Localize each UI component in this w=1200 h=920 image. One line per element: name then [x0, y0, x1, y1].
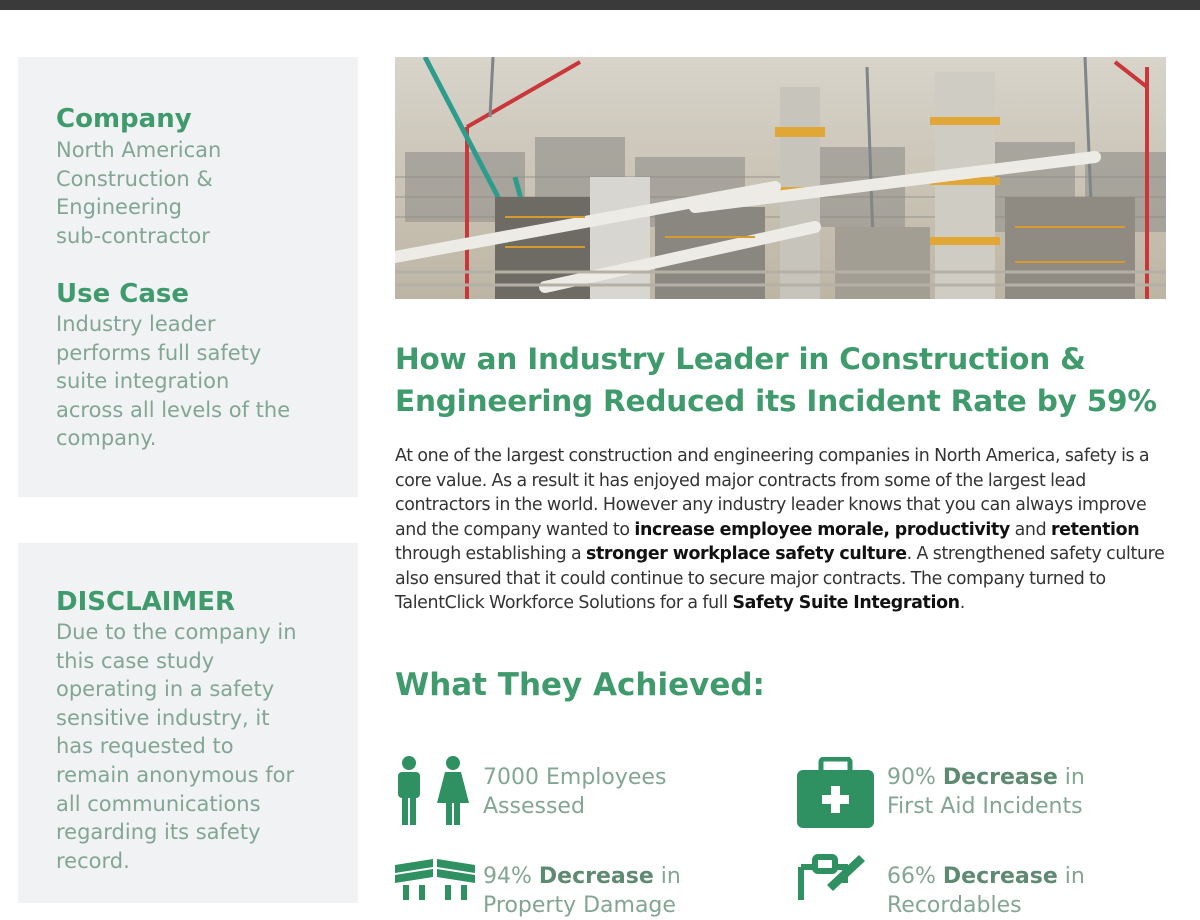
intro-text: through establishing a	[395, 544, 586, 564]
title-line: Engineering Reduced its Incident Rate by…	[395, 384, 1157, 418]
construction-site-image	[395, 57, 1166, 299]
disclaimer-heading: DISCLAIMER	[56, 587, 236, 617]
company-line: North American	[56, 138, 222, 162]
disclaimer-line: this case study	[56, 648, 215, 673]
use-case-line: suite integration	[56, 369, 230, 394]
stat-property-damage: 94% Decrease in Property Damage	[483, 862, 681, 920]
use-case-line: company.	[56, 426, 157, 451]
clipboard-icon	[798, 854, 865, 900]
company-heading: Company	[56, 104, 192, 134]
highlight-safety-suite: Safety Suite Integration	[732, 593, 960, 613]
disclaimer-panel: DISCLAIMER Due to the company in this ca…	[18, 543, 358, 903]
stat-suffix: in	[1064, 765, 1085, 790]
stat-line: Assessed	[483, 794, 585, 819]
use-case-description: Industry leader performs full safety sui…	[56, 310, 290, 453]
stat-recordables: 66% Decrease in Recordables	[887, 862, 1085, 920]
stat-suffix: in	[1064, 864, 1085, 889]
disclaimer-line: remain anonymous for	[56, 762, 295, 787]
company-description: North American Construction & Engineerin…	[56, 136, 221, 250]
stat-decrease: Decrease	[942, 864, 1058, 889]
first-aid-kit-icon	[797, 757, 874, 828]
stat-line: 7000 Employees	[483, 765, 667, 790]
company-line: sub-contractor	[56, 223, 210, 248]
highlight-morale-productivity: increase employee morale, productivity	[634, 519, 1010, 540]
disclaimer-line: sensitive industry, it	[56, 705, 270, 730]
stat-line: Property Damage	[483, 893, 676, 918]
case-study-intro: At one of the largest construction and e…	[395, 444, 1170, 616]
disclaimer-line: has requested to	[56, 734, 234, 759]
use-case-heading: Use Case	[56, 279, 190, 309]
stat-value: 94%	[483, 864, 532, 889]
company-info-panel: Company North American Construction & En…	[18, 57, 358, 497]
case-study-title: How an Industry Leader in Construction &…	[395, 338, 1195, 422]
company-line: Construction &	[56, 166, 213, 191]
disclaimer-line: record.	[56, 848, 130, 873]
stat-first-aid: 90% Decrease in First Aid Incidents	[887, 763, 1085, 821]
stat-employees-assessed: 7000 Employees Assessed	[483, 763, 666, 821]
people-icon	[398, 756, 469, 825]
stat-line: 66% Decrease in	[887, 862, 1085, 891]
disclaimer-text: Due to the company in this case study op…	[56, 618, 297, 875]
top-bar	[0, 0, 1200, 10]
intro-text: .	[959, 593, 966, 613]
use-case-line: across all levels of the	[56, 397, 291, 422]
stat-line: 90% Decrease in	[887, 763, 1085, 792]
disclaimer-line: regarding its safety	[56, 820, 261, 845]
intro-text: and	[1009, 519, 1051, 540]
stat-line: First Aid Incidents	[887, 794, 1083, 819]
disclaimer-line: operating in a safety	[56, 677, 275, 702]
stat-decrease: Decrease	[538, 864, 654, 889]
use-case-line: performs full safety	[56, 340, 262, 365]
stat-line: Recordables	[887, 893, 1022, 918]
stat-decrease: Decrease	[942, 765, 1058, 790]
stat-line: 94% Decrease in	[483, 862, 681, 891]
use-case-line: Industry leader	[56, 312, 216, 336]
company-line: Engineering	[56, 195, 182, 220]
title-line: How an Industry Leader in Construction &	[395, 342, 1086, 376]
highlight-safety-culture: stronger workplace safety culture	[585, 544, 907, 564]
stat-value: 90%	[887, 765, 936, 790]
achievements-heading: What They Achieved:	[395, 667, 765, 703]
disclaimer-line: all communications	[56, 791, 261, 816]
disclaimer-line: Due to the company in	[56, 620, 297, 644]
stat-suffix: in	[660, 864, 681, 889]
property-icon	[395, 859, 475, 900]
highlight-retention: retention	[1050, 519, 1140, 540]
stat-value: 66%	[887, 864, 936, 889]
